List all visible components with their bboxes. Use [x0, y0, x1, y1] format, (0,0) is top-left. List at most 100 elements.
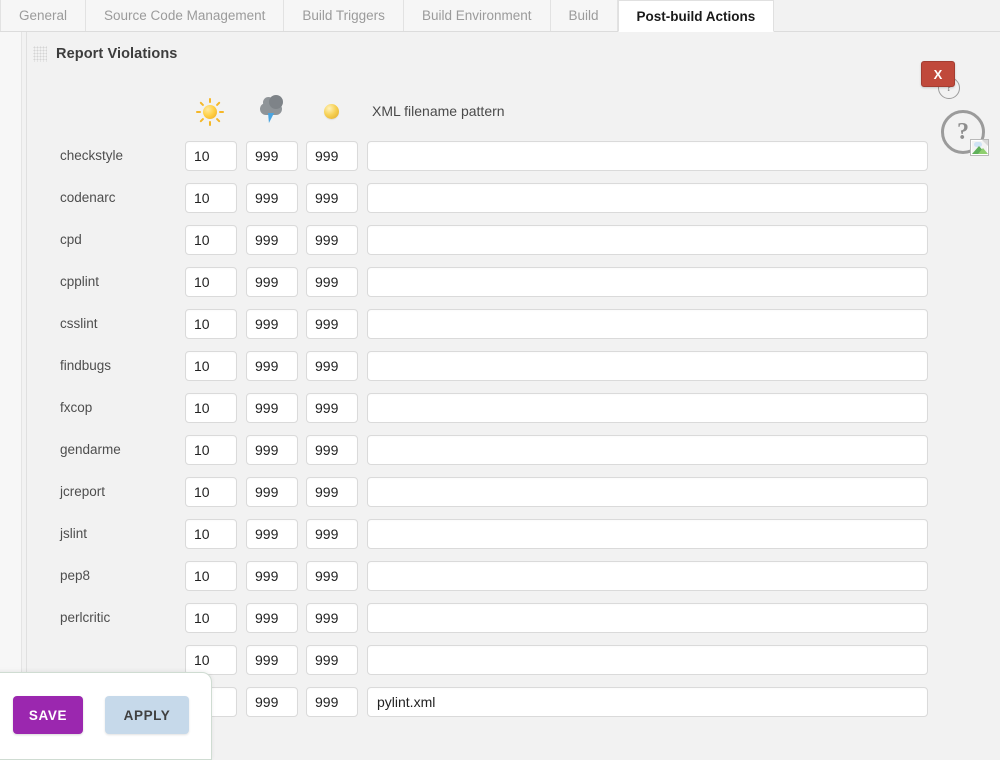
row-label-fxcop: fxcop	[60, 400, 93, 415]
threshold-input-2-jcreport[interactable]	[246, 477, 298, 507]
threshold-input-1-checkstyle[interactable]	[185, 141, 237, 171]
threshold-input-3-12[interactable]	[306, 645, 358, 675]
threshold-input-1-jslint[interactable]	[185, 519, 237, 549]
table-row: cpplint	[27, 262, 1000, 304]
xml-pattern-input-perlcritic[interactable]	[367, 603, 928, 633]
table-row: jslint	[27, 514, 1000, 556]
row-label-csslint: csslint	[60, 316, 98, 331]
xml-filename-pattern-header: XML filename pattern	[372, 103, 505, 119]
threshold-input-3-csslint[interactable]	[306, 309, 358, 339]
threshold-input-1-12[interactable]	[185, 645, 237, 675]
tab-build-environment[interactable]: Build Environment	[403, 0, 551, 31]
threshold-input-3-pep8[interactable]	[306, 561, 358, 591]
threshold-input-1-pep8[interactable]	[185, 561, 237, 591]
table-row: csslint	[27, 304, 1000, 346]
tab-bar-filler	[774, 0, 1000, 31]
threshold-input-1-cpd[interactable]	[185, 225, 237, 255]
threshold-input-3-jslint[interactable]	[306, 519, 358, 549]
xml-pattern-input-pep8[interactable]	[367, 561, 928, 591]
tab-post-build-actions[interactable]: Post-build Actions	[617, 0, 775, 32]
xml-pattern-input-gendarme[interactable]	[367, 435, 928, 465]
threshold-input-2-checkstyle[interactable]	[246, 141, 298, 171]
tab-build[interactable]: Build	[550, 0, 618, 31]
threshold-input-2-cpd[interactable]	[246, 225, 298, 255]
threshold-input-1-codenarc[interactable]	[185, 183, 237, 213]
threshold-input-3-findbugs[interactable]	[306, 351, 358, 381]
storm-cloud-icon	[257, 95, 285, 126]
threshold-input-3-jcreport[interactable]	[306, 477, 358, 507]
help-icon-broken-image[interactable]: ?	[941, 110, 989, 156]
threshold-input-2-gendarme[interactable]	[246, 435, 298, 465]
settings-tab-bar: General Source Code Management Build Tri…	[0, 0, 1000, 32]
threshold-input-3-cpd[interactable]	[306, 225, 358, 255]
threshold-input-3-gendarme[interactable]	[306, 435, 358, 465]
table-row: pep8	[27, 556, 1000, 598]
threshold-input-1-fxcop[interactable]	[185, 393, 237, 423]
table-row: findbugs	[27, 346, 1000, 388]
xml-pattern-input-jcreport[interactable]	[367, 477, 928, 507]
post-build-actions-panel: Report Violations XML filename pattern c…	[0, 32, 1000, 760]
xml-pattern-input-cpd[interactable]	[367, 225, 928, 255]
tab-general[interactable]: General	[0, 0, 87, 31]
threshold-input-2-13[interactable]	[246, 687, 298, 717]
threshold-input-3-cpplint[interactable]	[306, 267, 358, 297]
tab-source-code-management[interactable]: Source Code Management	[86, 0, 285, 31]
table-row: perlcritic	[27, 598, 1000, 640]
table-row: checkstyle	[27, 136, 1000, 178]
table-row: fxcop	[27, 388, 1000, 430]
threshold-input-2-pep8[interactable]	[246, 561, 298, 591]
xml-pattern-input-fxcop[interactable]	[367, 393, 928, 423]
threshold-input-2-findbugs[interactable]	[246, 351, 298, 381]
xml-pattern-input-csslint[interactable]	[367, 309, 928, 339]
left-gutter	[0, 32, 22, 716]
threshold-input-3-perlcritic[interactable]	[306, 603, 358, 633]
threshold-input-1-perlcritic[interactable]	[185, 603, 237, 633]
threshold-input-2-cpplint[interactable]	[246, 267, 298, 297]
threshold-input-2-fxcop[interactable]	[246, 393, 298, 423]
threshold-input-2-csslint[interactable]	[246, 309, 298, 339]
row-label-cpd: cpd	[60, 232, 82, 247]
column-header-row: XML filename pattern	[27, 95, 1000, 138]
threshold-input-1-jcreport[interactable]	[185, 477, 237, 507]
save-bar: SAVE APPLY	[0, 672, 212, 760]
xml-pattern-input-12[interactable]	[367, 645, 928, 675]
threshold-input-3-checkstyle[interactable]	[306, 141, 358, 171]
xml-pattern-input-cpplint[interactable]	[367, 267, 928, 297]
threshold-input-3-codenarc[interactable]	[306, 183, 358, 213]
save-button[interactable]: SAVE	[13, 696, 83, 734]
threshold-input-2-jslint[interactable]	[246, 519, 298, 549]
threshold-input-2-perlcritic[interactable]	[246, 603, 298, 633]
threshold-input-1-csslint[interactable]	[185, 309, 237, 339]
broken-image-icon	[970, 139, 989, 156]
threshold-input-3-13[interactable]	[306, 687, 358, 717]
table-row: codenarc	[27, 178, 1000, 220]
row-label-pep8: pep8	[60, 568, 91, 583]
table-row: gendarme	[27, 430, 1000, 472]
row-label-perlcritic: perlcritic	[60, 610, 111, 625]
apply-button[interactable]: APPLY	[105, 696, 189, 734]
drag-grip-icon[interactable]	[33, 46, 47, 62]
xml-pattern-input-findbugs[interactable]	[367, 351, 928, 381]
violations-rows: checkstyle codenarc cpd cpplint csslint findb…	[27, 136, 1000, 724]
row-label-jcreport: jcreport	[60, 484, 106, 499]
xml-pattern-input-codenarc[interactable]	[367, 183, 928, 213]
page-title: Report Violations	[56, 46, 178, 62]
threshold-input-2-codenarc[interactable]	[246, 183, 298, 213]
threshold-input-1-cpplint[interactable]	[185, 267, 237, 297]
threshold-input-3-fxcop[interactable]	[306, 393, 358, 423]
row-label-cpplint: cpplint	[60, 274, 100, 289]
table-row: jcreport	[27, 472, 1000, 514]
tab-build-triggers[interactable]: Build Triggers	[284, 0, 404, 31]
row-label-codenarc: codenarc	[60, 190, 116, 205]
threshold-input-2-12[interactable]	[246, 645, 298, 675]
table-row: cpd	[27, 220, 1000, 262]
xml-pattern-input-13[interactable]	[367, 687, 928, 717]
threshold-input-1-findbugs[interactable]	[185, 351, 237, 381]
row-label-jslint: jslint	[60, 526, 88, 541]
xml-pattern-input-checkstyle[interactable]	[367, 141, 928, 171]
threshold-input-1-gendarme[interactable]	[185, 435, 237, 465]
close-button[interactable]: X	[921, 61, 955, 87]
row-label-gendarme: gendarme	[60, 442, 121, 457]
xml-pattern-input-jslint[interactable]	[367, 519, 928, 549]
yellow-ball-icon	[317, 98, 345, 126]
